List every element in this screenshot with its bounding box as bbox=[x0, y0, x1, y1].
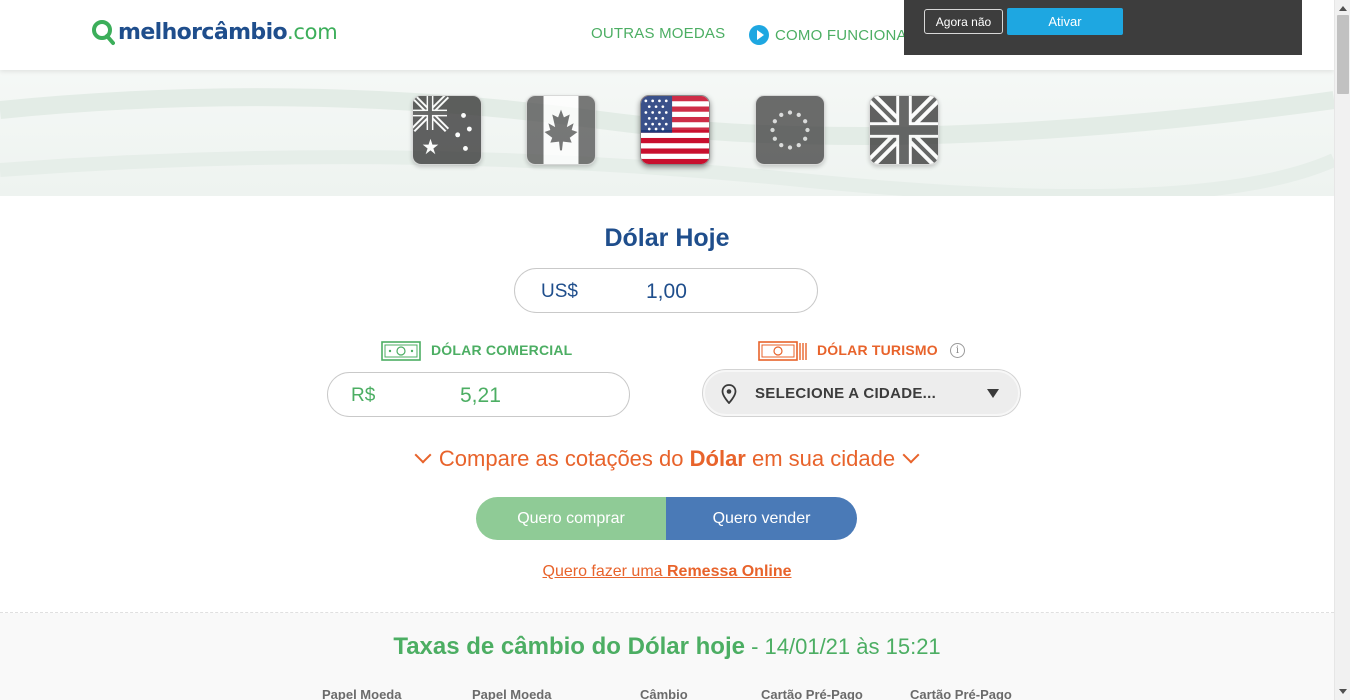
buy-sell-toggle: Quero comprar Quero vender bbox=[476, 497, 857, 540]
chevron-down-icon bbox=[902, 446, 920, 464]
rates-column-header: Papel Moeda bbox=[472, 687, 552, 700]
nav-other-currencies[interactable]: OUTRAS MOEDAS bbox=[591, 25, 725, 42]
commercial-dollar-label: DÓLAR COMERCIAL bbox=[431, 342, 573, 358]
banknote-commercial-icon bbox=[381, 341, 421, 361]
usd-amount-field[interactable]: US$ 1,00 bbox=[514, 268, 818, 313]
tourism-dollar-label: DÓLAR TURISMO bbox=[817, 342, 938, 358]
flag-australia-icon[interactable] bbox=[412, 95, 482, 165]
city-select[interactable]: SELECIONE A CIDADE... bbox=[703, 370, 1020, 416]
compare-text-after: em sua cidade bbox=[745, 446, 896, 471]
rates-title-text: Taxas de câmbio do Dólar hoje bbox=[393, 633, 745, 660]
remittance-text: Quero fazer uma bbox=[542, 563, 667, 580]
banknote-tourism-icon bbox=[758, 341, 807, 361]
compare-currency: Dólar bbox=[689, 446, 746, 471]
sell-button[interactable]: Quero vender bbox=[666, 497, 857, 540]
exchange-rates-section: Taxas de câmbio do Dólar hoje - 14/01/21… bbox=[0, 613, 1334, 700]
info-icon[interactable]: i bbox=[950, 343, 965, 358]
page-title: Dólar Hoje bbox=[604, 224, 730, 252]
dropdown-caret-icon bbox=[987, 389, 999, 398]
flag-uk-icon[interactable] bbox=[869, 95, 939, 165]
online-remittance-link[interactable]: Quero fazer uma Remessa Online bbox=[543, 563, 792, 580]
buy-button[interactable]: Quero comprar bbox=[476, 497, 666, 540]
rates-column-header: Cartão Pré-Pago bbox=[910, 687, 1012, 700]
scroll-up-arrow-icon[interactable] bbox=[1339, 6, 1347, 11]
compare-text-before: Compare as cotações do bbox=[438, 446, 690, 471]
activate-button[interactable]: Ativar bbox=[1007, 8, 1123, 35]
flag-euro-icon[interactable] bbox=[755, 95, 825, 165]
online-remittance-line: Quero fazer uma Remessa Online bbox=[0, 563, 1334, 581]
scroll-thumb[interactable] bbox=[1337, 15, 1349, 94]
city-select-placeholder: SELECIONE A CIDADE... bbox=[755, 385, 937, 402]
rates-column-header: Papel Moeda bbox=[322, 687, 402, 700]
chevron-down-icon bbox=[414, 446, 432, 464]
flag-canada-icon[interactable] bbox=[526, 95, 596, 165]
logo-main-text: melhorcâmbio bbox=[118, 19, 288, 45]
brl-currency-prefix: R$ bbox=[351, 385, 376, 406]
logo-tld-text: .com bbox=[287, 20, 338, 44]
scroll-down-arrow-icon[interactable] bbox=[1339, 689, 1347, 694]
rates-timestamp: - 14/01/21 às 15:21 bbox=[744, 634, 941, 659]
brl-commercial-field[interactable]: R$ 5,21 bbox=[327, 372, 630, 417]
site-logo[interactable]: melhorcâmbio .com bbox=[91, 18, 338, 46]
compare-city-rates-link[interactable]: Compare as cotações do Dólar em sua cida… bbox=[0, 446, 1334, 472]
page-scrollbar[interactable] bbox=[1334, 0, 1350, 700]
currency-flags-bar bbox=[0, 70, 1334, 196]
magnifier-logo-icon bbox=[92, 20, 115, 45]
nav-how-it-works[interactable]: COMO FUNCIONA bbox=[749, 25, 907, 45]
brl-commercial-value[interactable]: 5,21 bbox=[460, 384, 501, 408]
usd-amount-value[interactable]: 1,00 bbox=[646, 280, 687, 304]
rates-column-header: Cartão Pré-Pago bbox=[761, 687, 863, 700]
usd-currency-prefix: US$ bbox=[541, 281, 578, 302]
rates-title: Taxas de câmbio do Dólar hoje - 14/01/21… bbox=[0, 633, 1334, 661]
flag-usa-icon[interactable] bbox=[640, 95, 710, 165]
not-now-button[interactable]: Agora não bbox=[924, 9, 1003, 34]
location-pin-icon bbox=[721, 384, 737, 404]
rates-column-header: Câmbio bbox=[640, 687, 688, 700]
play-icon bbox=[749, 25, 769, 45]
remittance-link-bold: Remessa Online bbox=[667, 563, 792, 580]
notification-prompt: Agora não Ativar bbox=[904, 0, 1302, 55]
nav-how-it-works-label: COMO FUNCIONA bbox=[775, 26, 907, 44]
